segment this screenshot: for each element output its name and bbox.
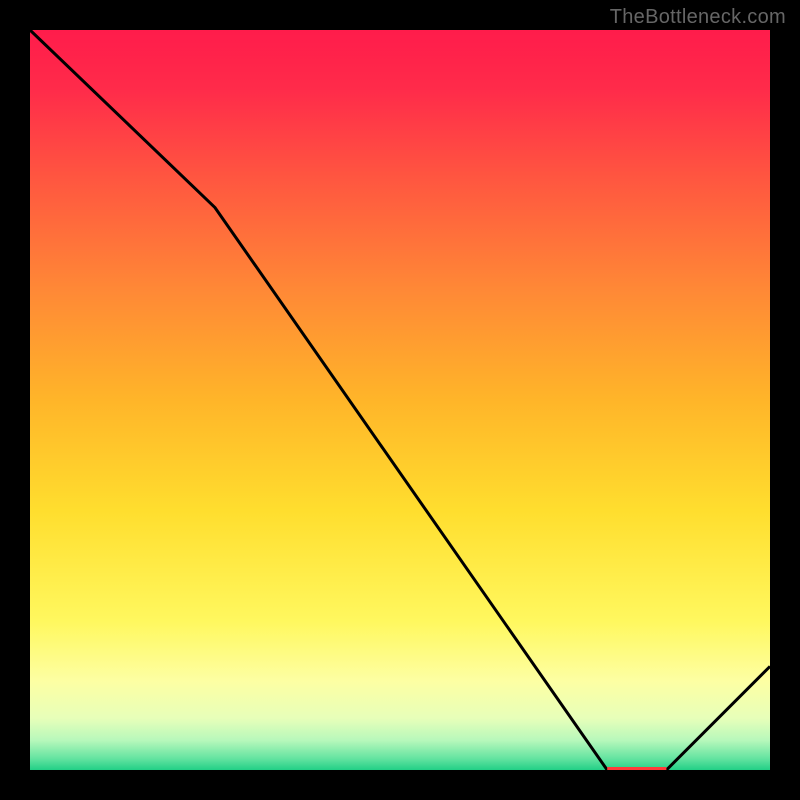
chart-line-layer (30, 30, 770, 770)
chart-plot-area (30, 30, 770, 770)
optimal-marker (607, 767, 666, 770)
bottleneck-curve-line (30, 30, 770, 770)
watermark-text: TheBottleneck.com (610, 6, 786, 29)
